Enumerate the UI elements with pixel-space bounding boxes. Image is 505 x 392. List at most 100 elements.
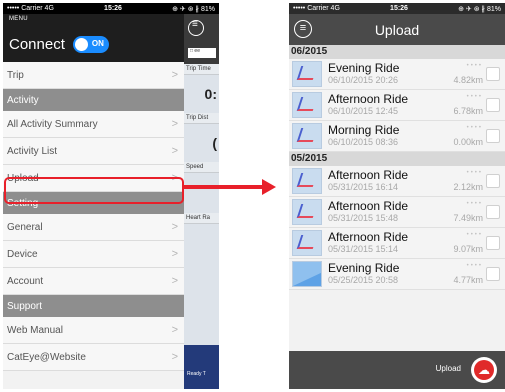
connect-row: Connect ON bbox=[9, 36, 109, 53]
ride-distance: 7.49km bbox=[453, 213, 483, 223]
route-map-thumbnail bbox=[292, 199, 322, 225]
ride-distance: 2.12km bbox=[453, 182, 483, 192]
menu-item-label: Activity List bbox=[7, 145, 58, 157]
menu-section-support: Support bbox=[3, 295, 184, 317]
cloud-upload-icon: ☁ bbox=[474, 360, 494, 380]
menu-item-web-manual[interactable]: Web Manual > bbox=[3, 317, 184, 344]
background-screen: □ ee Trip Time 0: Trip Dist ( Speed Hear… bbox=[184, 14, 219, 389]
ride-row[interactable]: Evening Ride 06/10/2015 20:26 •••• 4.82km bbox=[289, 59, 505, 90]
ride-distance: 4.82km bbox=[453, 75, 483, 85]
connect-toggle[interactable]: ON bbox=[72, 36, 109, 53]
menu-item-activity-list[interactable]: Activity List > bbox=[3, 138, 184, 165]
connect-label: Connect bbox=[9, 36, 65, 53]
toggle-on-label: ON bbox=[91, 39, 104, 48]
status-icons: ⊕ ✈ ⊛ ∦ 81% bbox=[172, 5, 215, 13]
route-map-thumbnail bbox=[292, 123, 322, 149]
month-header: 06/2015 bbox=[289, 45, 505, 59]
trip-dist-value: ( bbox=[212, 135, 217, 151]
chevron-right-icon: > bbox=[171, 351, 178, 363]
background-menu-icon bbox=[188, 19, 204, 36]
status-dots: •••• bbox=[466, 201, 483, 207]
carrier-label: ••••• Carrier 4G bbox=[293, 5, 340, 12]
menu-item-label: CatEye@Website bbox=[7, 351, 86, 363]
background-tab: □ ee bbox=[188, 48, 216, 58]
route-map-thumbnail bbox=[292, 92, 322, 118]
ride-row[interactable]: Morning Ride 06/10/2015 08:36 •••• 0.00km bbox=[289, 121, 505, 152]
menu-item-general[interactable]: General > bbox=[3, 214, 184, 241]
route-map-thumbnail bbox=[292, 230, 322, 256]
ride-row[interactable]: Afternoon Ride 05/31/2015 16:14 •••• 2.12km bbox=[289, 166, 505, 197]
status-dots: •••• bbox=[466, 94, 483, 100]
status-bar: ••••• Carrier 4G 15:26 ⊕ ✈ ⊛ ∦ 81% bbox=[3, 3, 219, 14]
status-dots: •••• bbox=[466, 125, 483, 131]
chevron-right-icon: > bbox=[171, 248, 178, 260]
ride-checkbox[interactable] bbox=[486, 267, 500, 281]
menu-item-device[interactable]: Device > bbox=[3, 241, 184, 268]
trip-time-value: 0: bbox=[204, 86, 217, 102]
toggle-knob bbox=[74, 38, 88, 51]
menu-icon[interactable]: ≡ bbox=[294, 20, 312, 38]
ride-distance: 0.00km bbox=[453, 137, 483, 147]
right-phone-screen: ••••• Carrier 4G 15:26 ⊕ ✈ ⊛ ∦ 81% ≡ Upl… bbox=[289, 3, 505, 389]
background-toolbar: □ ee bbox=[184, 14, 219, 64]
carrier-label: ••••• Carrier 4G bbox=[7, 5, 54, 12]
status-icons: ⊕ ✈ ⊛ ∦ 81% bbox=[458, 5, 501, 13]
upload-highlight-frame bbox=[4, 177, 184, 204]
menu-item-label: Device bbox=[7, 248, 38, 260]
menu-item-trip[interactable]: Trip > bbox=[3, 62, 184, 89]
ride-checkbox[interactable] bbox=[486, 129, 500, 143]
chevron-right-icon: > bbox=[171, 69, 178, 81]
status-time: 15:26 bbox=[104, 5, 122, 12]
ride-distance: 9.07km bbox=[453, 244, 483, 254]
ride-checkbox[interactable] bbox=[486, 67, 500, 81]
menu-item-account[interactable]: Account > bbox=[3, 268, 184, 295]
status-dots: •••• bbox=[466, 263, 483, 269]
bottom-bar: Upload ☁ bbox=[289, 351, 505, 389]
ride-distance: 4.77km bbox=[453, 275, 483, 285]
ride-checkbox[interactable] bbox=[486, 174, 500, 188]
route-map-thumbnail bbox=[292, 61, 322, 87]
status-dots: •••• bbox=[466, 170, 483, 176]
chevron-right-icon: > bbox=[171, 221, 178, 233]
heart-rate-label: Heart Ra bbox=[184, 213, 219, 224]
ride-row[interactable]: Afternoon Ride 05/31/2015 15:14 •••• 9.07km bbox=[289, 228, 505, 259]
menu-item-label: General bbox=[7, 221, 43, 233]
status-dots: •••• bbox=[466, 63, 483, 69]
left-phone-screen: ••••• Carrier 4G 15:26 ⊕ ✈ ⊛ ∦ 81% MENU … bbox=[3, 3, 219, 389]
menu-item-cateye-website[interactable]: CatEye@Website > bbox=[3, 344, 184, 371]
speed-label: Speed bbox=[184, 162, 219, 173]
menu-item-label: Web Manual bbox=[7, 324, 63, 336]
ride-list: 06/2015 Evening Ride 06/10/2015 20:26 •••• 4… bbox=[289, 45, 505, 290]
ride-row[interactable]: Afternoon Ride 06/10/2015 12:45 •••• 6.78km bbox=[289, 90, 505, 121]
page-title: Upload bbox=[374, 21, 420, 38]
menu-section-activity: Activity bbox=[3, 89, 184, 111]
chevron-right-icon: > bbox=[171, 118, 178, 130]
trip-dist-label: Trip Dist bbox=[184, 113, 219, 124]
ready-button[interactable]: Ready T bbox=[184, 345, 219, 389]
menu-item-label: All Activity Summary bbox=[7, 118, 98, 130]
ride-checkbox[interactable] bbox=[486, 205, 500, 219]
upload-label: Upload bbox=[435, 364, 461, 373]
chevron-right-icon: > bbox=[171, 324, 178, 336]
arrow-line bbox=[183, 185, 265, 189]
upload-button[interactable]: ☁ bbox=[471, 357, 497, 383]
month-header: 05/2015 bbox=[289, 152, 505, 166]
menu-item-label: Account bbox=[7, 275, 44, 287]
ride-row[interactable]: Afternoon Ride 05/31/2015 15:48 •••• 7.49km bbox=[289, 197, 505, 228]
menu-title: MENU bbox=[9, 16, 28, 22]
route-map-thumbnail bbox=[292, 168, 322, 194]
status-bar: ••••• Carrier 4G 15:26 ⊕ ✈ ⊛ ∦ 81% bbox=[289, 3, 505, 14]
status-time: 15:26 bbox=[390, 5, 408, 12]
ride-distance: 6.78km bbox=[453, 106, 483, 116]
trip-time-label: Trip Time bbox=[184, 64, 219, 75]
side-menu: MENU Connect ON Trip > Activity All Activit… bbox=[3, 14, 184, 389]
ride-row[interactable]: Evening Ride 05/25/2015 20:58 •••• 4.77km bbox=[289, 259, 505, 290]
menu-item-all-activity-summary[interactable]: All Activity Summary > bbox=[3, 111, 184, 138]
route-map-thumbnail bbox=[292, 261, 322, 287]
status-dots: •••• bbox=[466, 232, 483, 238]
ride-checkbox[interactable] bbox=[486, 98, 500, 112]
menu-list: Trip > Activity All Activity Summary > Activi… bbox=[3, 62, 184, 371]
nav-bar: ≡ Upload bbox=[289, 14, 505, 45]
ride-checkbox[interactable] bbox=[486, 236, 500, 250]
arrow-right-icon bbox=[262, 179, 276, 195]
